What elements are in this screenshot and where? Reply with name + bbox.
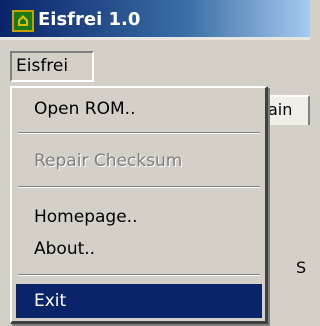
background-label: S (296, 258, 307, 277)
menu-item-exit[interactable]: Exit (16, 284, 262, 318)
eisfrei-dropdown-menu: Open ROM.. Repair Checksum Homepage.. Ab… (10, 86, 268, 324)
menu-item-about[interactable]: About.. (16, 232, 262, 266)
window-title: Eisfrei 1.0 (38, 9, 141, 30)
menu-item-open-rom[interactable]: Open ROM.. (16, 92, 262, 126)
menu-item-repair-checksum[interactable]: Repair Checksum (16, 144, 262, 178)
title-bar[interactable]: Eisfrei 1.0 (0, 0, 310, 40)
menu-separator (18, 132, 260, 134)
menu-separator (18, 274, 260, 276)
menu-bar: Eisfrei (0, 48, 310, 84)
menu-item-homepage[interactable]: Homepage.. (16, 200, 262, 234)
menu-separator (18, 186, 260, 188)
eisfrei-app-icon (12, 10, 34, 32)
app-window: Eisfrei 1.0 Eisfrei ain S Open ROM.. Rep… (0, 0, 310, 326)
menu-eisfrei[interactable]: Eisfrei (10, 51, 94, 82)
